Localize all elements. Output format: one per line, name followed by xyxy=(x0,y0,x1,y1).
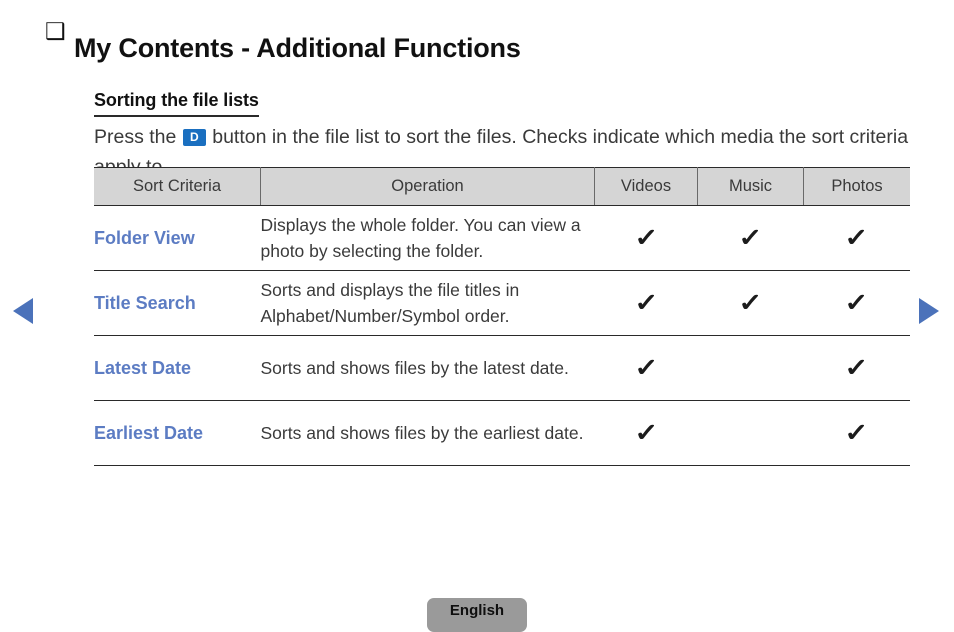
cell-sort-criteria: Earliest Date xyxy=(94,400,261,466)
table-row: Latest Date Sorts and shows files by the… xyxy=(94,335,910,401)
cell-music-check xyxy=(697,400,804,466)
cell-photos-check: ✓ xyxy=(803,270,910,336)
cell-operation: Sorts and shows files by the earliest da… xyxy=(260,400,595,466)
cell-operation: Displays the whole folder. You can view … xyxy=(260,205,595,271)
cell-sort-criteria: Folder View xyxy=(94,205,261,271)
table-header-row: Sort Criteria Operation Videos Music Pho… xyxy=(94,167,910,206)
cell-operation: Sorts and shows files by the latest date… xyxy=(260,335,595,401)
section-subtitle: Sorting the file lists xyxy=(94,88,259,118)
table-row: Earliest Date Sorts and shows files by t… xyxy=(94,400,910,466)
cell-photos-check: ✓ xyxy=(803,400,910,466)
check-icon: ✓ xyxy=(633,353,659,382)
column-header-videos: Videos xyxy=(594,167,698,206)
cell-photos-check: ✓ xyxy=(803,205,910,271)
language-button[interactable]: English xyxy=(427,598,527,632)
d-key-badge-icon: D xyxy=(182,128,206,146)
next-page-arrow-icon[interactable] xyxy=(919,298,939,324)
check-icon: ✓ xyxy=(844,223,869,252)
check-icon: ✓ xyxy=(633,223,659,252)
square-bullet-icon: ❑ xyxy=(45,18,66,44)
table-body: Folder View Displays the whole folder. Y… xyxy=(94,205,910,466)
page-title: My Contents - Additional Functions xyxy=(74,33,521,64)
table-row: Title Search Sorts and displays the file… xyxy=(94,270,910,336)
table-header: Sort Criteria Operation Videos Music Pho… xyxy=(94,167,910,206)
check-icon: ✓ xyxy=(844,353,869,382)
cell-photos-check: ✓ xyxy=(803,335,910,401)
cell-videos-check: ✓ xyxy=(594,400,698,466)
cell-sort-criteria: Latest Date xyxy=(94,335,261,401)
previous-page-arrow-icon[interactable] xyxy=(13,298,33,324)
cell-videos-check: ✓ xyxy=(594,205,698,271)
cell-sort-criteria: Title Search xyxy=(94,270,261,336)
check-icon: ✓ xyxy=(738,288,763,317)
table-row: Folder View Displays the whole folder. Y… xyxy=(94,205,910,271)
cell-music-check: ✓ xyxy=(697,270,804,336)
column-header-sort-criteria: Sort Criteria xyxy=(94,167,261,206)
cell-videos-check: ✓ xyxy=(594,335,698,401)
cell-music-check xyxy=(697,335,804,401)
check-icon: ✓ xyxy=(633,288,659,317)
cell-music-check: ✓ xyxy=(697,205,804,271)
check-icon: ✓ xyxy=(844,418,869,447)
title-row: ❑ My Contents - Additional Functions xyxy=(0,12,954,84)
check-icon: ✓ xyxy=(738,223,763,252)
cell-videos-check: ✓ xyxy=(594,270,698,336)
intro-text-before: Press the xyxy=(94,125,177,148)
column-header-photos: Photos xyxy=(803,167,910,206)
check-icon: ✓ xyxy=(633,418,659,447)
column-header-music: Music xyxy=(697,167,804,206)
check-icon: ✓ xyxy=(844,288,869,317)
cell-operation: Sorts and displays the file titles in Al… xyxy=(260,270,595,336)
subtitle-wrap: Sorting the file lists xyxy=(94,88,259,118)
sort-criteria-table: Sort Criteria Operation Videos Music Pho… xyxy=(94,167,910,466)
page-header: ❑ My Contents - Additional Functions Sor… xyxy=(0,12,954,118)
column-header-operation: Operation xyxy=(260,167,595,206)
